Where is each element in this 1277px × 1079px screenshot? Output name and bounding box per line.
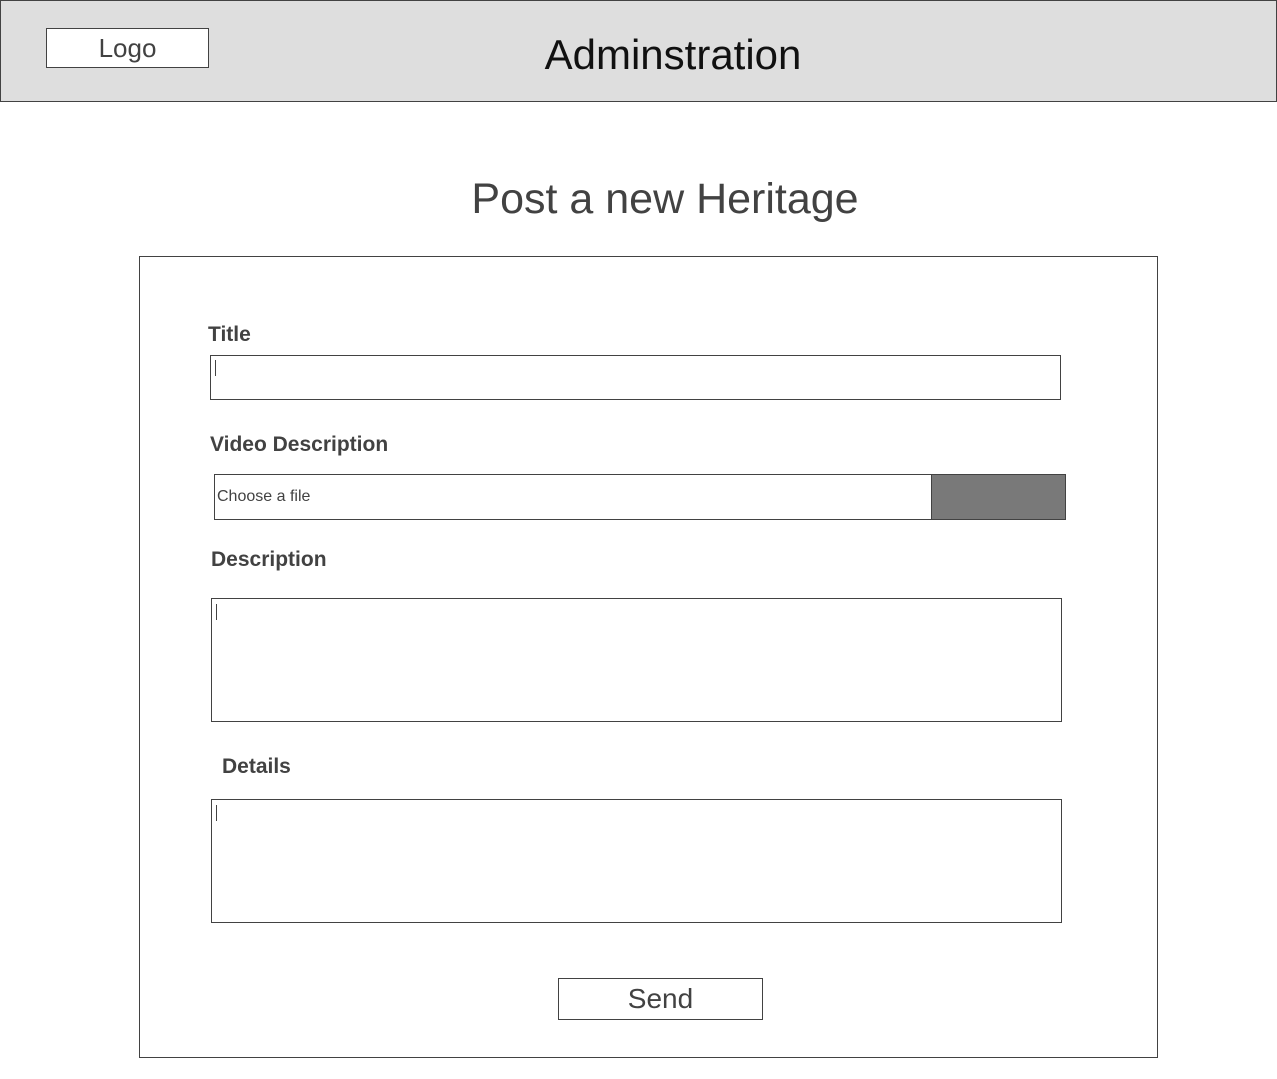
- logo[interactable]: Logo: [46, 28, 209, 68]
- title-input[interactable]: [210, 355, 1061, 400]
- page-title: Post a new Heritage: [471, 175, 859, 223]
- video-file-input[interactable]: Choose a file: [214, 474, 1066, 520]
- details-textarea[interactable]: [211, 799, 1062, 923]
- browse-file-button[interactable]: [931, 474, 1066, 520]
- details-label: Details: [222, 755, 291, 778]
- app-title: Adminstration: [544, 31, 802, 78]
- video-description-label: Video Description: [210, 433, 389, 456]
- text-caret: [215, 360, 216, 376]
- text-caret: [216, 604, 217, 620]
- description-textarea[interactable]: [211, 598, 1062, 722]
- app-header: Logo Adminstration: [0, 0, 1277, 102]
- send-button[interactable]: Send: [558, 978, 763, 1020]
- file-placeholder: Choose a file: [217, 488, 311, 505]
- description-label: Description: [211, 548, 327, 571]
- text-caret: [216, 805, 217, 821]
- title-label: Title: [208, 323, 251, 346]
